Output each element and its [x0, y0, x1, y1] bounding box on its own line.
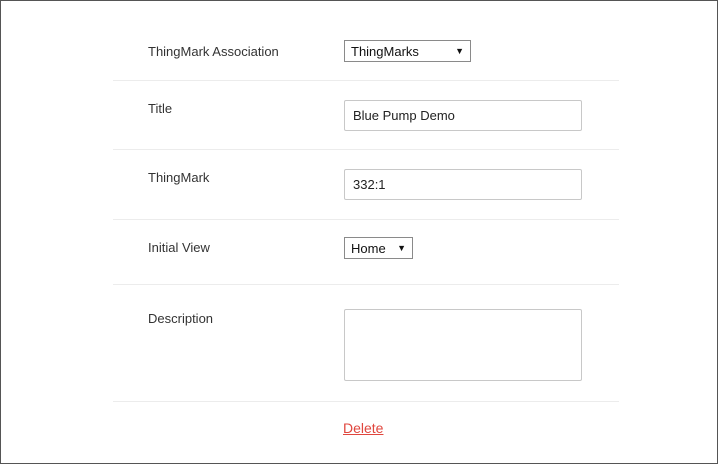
form-panel: ThingMark Association ThingMarks ▼ Title… [0, 0, 718, 464]
initial-view-label: Initial View [148, 240, 210, 255]
description-label: Description [148, 311, 214, 326]
association-selected-value: ThingMarks [351, 43, 419, 59]
thingmark-input[interactable] [344, 169, 582, 200]
title-input[interactable] [344, 100, 582, 131]
title-label: Title [148, 101, 173, 116]
title-row: Title [113, 81, 619, 150]
association-row: ThingMark Association ThingMarks ▼ [113, 31, 619, 81]
initial-view-selected-value: Home [351, 240, 386, 256]
thingmark-label: ThingMark [148, 170, 210, 185]
initial-view-row: Initial View Home ▼ [113, 220, 619, 285]
delete-link[interactable]: Delete [343, 420, 383, 436]
thingmark-row: ThingMark [113, 150, 619, 220]
description-row: Description [113, 285, 619, 402]
association-select[interactable]: ThingMarks ▼ [344, 40, 471, 62]
initial-view-select[interactable]: Home ▼ [344, 237, 413, 259]
chevron-down-icon: ▼ [455, 46, 464, 56]
description-textarea[interactable] [344, 309, 582, 381]
association-label: ThingMark Association [148, 44, 279, 59]
chevron-down-icon: ▼ [397, 243, 406, 253]
